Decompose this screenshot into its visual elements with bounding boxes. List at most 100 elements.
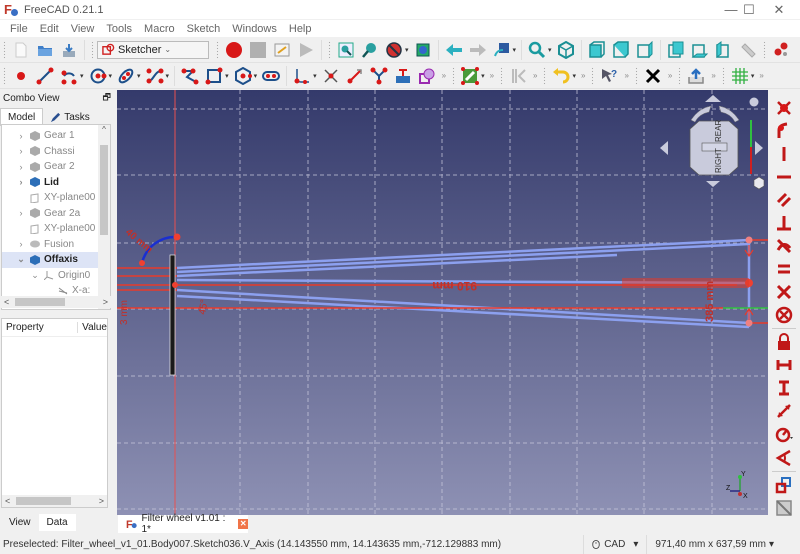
toolbar-grip[interactable] xyxy=(452,66,456,85)
leave-sketch-button[interactable] xyxy=(685,65,707,87)
scrollbar-thumb[interactable] xyxy=(15,298,65,306)
vertical-part-edge[interactable] xyxy=(169,254,176,376)
tree-item[interactable]: XY-plane00 xyxy=(2,221,110,237)
constrain-coincident-button[interactable] xyxy=(773,97,795,118)
constrain-angle-button[interactable] xyxy=(773,447,795,468)
view-front-button[interactable] xyxy=(586,39,608,61)
dropdown-arrow-icon[interactable]: ▾ xyxy=(513,46,517,54)
undo-button[interactable] xyxy=(550,65,572,87)
constrain-point-on-object-button[interactable] xyxy=(773,120,795,141)
nav-rotate-left-icon[interactable] xyxy=(690,105,712,123)
expand-arrow-icon[interactable]: ⌄ xyxy=(16,254,26,265)
dropdown-arrow-icon[interactable]: ▾ xyxy=(313,72,317,80)
create-slot-button[interactable] xyxy=(260,65,282,87)
property-horizontal-scrollbar[interactable]: < > xyxy=(2,495,107,507)
dropdown-arrow-icon[interactable]: ▾ xyxy=(137,72,141,80)
macro-record-button[interactable] xyxy=(223,39,245,61)
expand-arrow-icon[interactable]: › xyxy=(16,177,26,187)
constrain-horizontal-button[interactable] xyxy=(773,166,795,187)
dropdown-arrow-icon[interactable]: ▾ xyxy=(769,539,774,550)
nav-pan-left-icon[interactable] xyxy=(660,141,668,155)
nav-home-cube-icon[interactable] xyxy=(753,176,765,190)
constrain-vertical-button[interactable] xyxy=(773,143,795,164)
angle-label-45[interactable]: 45° xyxy=(197,299,210,316)
dropdown-arrow-icon[interactable]: ▾ xyxy=(405,46,409,54)
nav-rotate-down-icon[interactable] xyxy=(706,181,720,187)
dropdown-arrow-icon[interactable]: ▾ xyxy=(481,72,485,80)
split-button[interactable] xyxy=(368,65,390,87)
toolbar-overflow-button[interactable]: » xyxy=(442,71,446,80)
view-top-button[interactable] xyxy=(610,39,632,61)
scroll-right-icon[interactable]: > xyxy=(103,297,108,307)
expand-arrow-icon[interactable]: ⌄ xyxy=(30,270,40,281)
back-button[interactable] xyxy=(443,39,465,61)
menu-edit[interactable]: Edit xyxy=(34,23,65,35)
dimension-label-910[interactable]: 910 mm xyxy=(432,279,477,293)
constrain-tangent-button[interactable] xyxy=(773,235,795,256)
toolbar-grip[interactable] xyxy=(3,40,6,59)
toolbar-overflow-button[interactable]: » xyxy=(533,71,537,80)
value-column-header[interactable]: Value xyxy=(78,322,107,333)
tree-horizontal-scrollbar[interactable]: < > xyxy=(1,296,111,308)
expand-arrow-icon[interactable]: › xyxy=(16,208,26,218)
tree-item[interactable]: › Gear 2 xyxy=(2,159,110,175)
view-right-button[interactable] xyxy=(634,39,656,61)
fit-all-button[interactable] xyxy=(335,39,357,61)
tree-item[interactable]: › Gear 2a xyxy=(2,206,110,222)
toolbar-grip[interactable] xyxy=(500,66,504,85)
tab-data[interactable]: Data xyxy=(38,514,76,531)
open-button[interactable] xyxy=(34,39,56,61)
dropdown-arrow-icon[interactable]: ▾ xyxy=(633,539,638,550)
create-circle-button[interactable] xyxy=(87,65,109,87)
tree-item[interactable]: › Chassi xyxy=(2,144,110,160)
constrain-distance-button[interactable] xyxy=(773,401,795,422)
nav-menu-icon[interactable] xyxy=(749,97,759,107)
toolbar-grip[interactable] xyxy=(678,66,682,85)
tree-item[interactable]: ⌄ Origin0 xyxy=(2,268,110,284)
view-rear-button[interactable] xyxy=(665,39,687,61)
menu-macro[interactable]: Macro xyxy=(138,23,181,35)
dropdown-arrow-icon[interactable]: ▾ xyxy=(109,72,113,80)
toolbar-grip[interactable] xyxy=(543,66,547,85)
workbench-selector[interactable]: Sketcher ⌄ xyxy=(97,40,209,59)
menu-windows[interactable]: Windows xyxy=(226,23,283,35)
nav-pan-right-icon[interactable] xyxy=(755,141,763,155)
navigation-cube[interactable]: REAR RIGHT xyxy=(655,92,765,192)
navigation-style-selector[interactable]: CAD ▾ xyxy=(583,535,646,554)
constrain-block-button[interactable] xyxy=(773,304,795,325)
fit-selection-button[interactable] xyxy=(359,39,381,61)
menu-view[interactable]: View xyxy=(65,23,101,35)
toolbar-grip[interactable] xyxy=(634,66,638,85)
toolbar-grip[interactable] xyxy=(328,40,331,59)
dropdown-arrow-icon[interactable]: ▾ xyxy=(572,72,576,80)
tab-view[interactable]: View xyxy=(1,514,39,531)
create-rectangle-button[interactable] xyxy=(203,65,225,87)
dimension-label-3[interactable]: 3 mm xyxy=(119,300,130,325)
menu-sketch[interactable]: Sketch xyxy=(181,23,227,35)
nav-rotate-up-icon[interactable] xyxy=(705,95,721,102)
carbon-copy-button[interactable] xyxy=(416,65,438,87)
fillet-button[interactable] xyxy=(291,65,313,87)
expand-arrow-icon[interactable]: › xyxy=(16,162,26,172)
close-button[interactable]: ✕ xyxy=(756,0,800,19)
expand-arrow-icon[interactable]: › xyxy=(16,131,26,141)
create-polyline-button[interactable] xyxy=(179,65,201,87)
float-panel-icon[interactable]: 🗗 xyxy=(103,90,111,106)
constrain-symmetric-button[interactable] xyxy=(773,281,795,302)
dropdown-arrow-icon[interactable]: ▾ xyxy=(225,72,229,80)
scroll-right-icon[interactable]: > xyxy=(99,496,104,506)
scrollbar-thumb[interactable] xyxy=(16,497,71,505)
draw-style-button[interactable] xyxy=(383,39,405,61)
toolbar-grip[interactable] xyxy=(721,66,725,85)
whats-this-button[interactable]: ? xyxy=(598,65,620,87)
constrain-parallel-button[interactable] xyxy=(773,189,795,210)
create-bspline-button[interactable] xyxy=(144,65,166,87)
dimension-label-385[interactable]: 385 mm xyxy=(704,281,716,322)
grid-toggle-button[interactable] xyxy=(729,65,751,87)
nav-face-right[interactable]: RIGHT xyxy=(714,148,723,173)
external-geometry-button[interactable] xyxy=(392,65,414,87)
tree-item[interactable]: › Fusion xyxy=(2,237,110,253)
trim-button[interactable] xyxy=(320,65,342,87)
constrain-horizontal-distance-button[interactable] xyxy=(773,355,795,376)
nav-rotate-right-icon[interactable] xyxy=(718,105,740,123)
